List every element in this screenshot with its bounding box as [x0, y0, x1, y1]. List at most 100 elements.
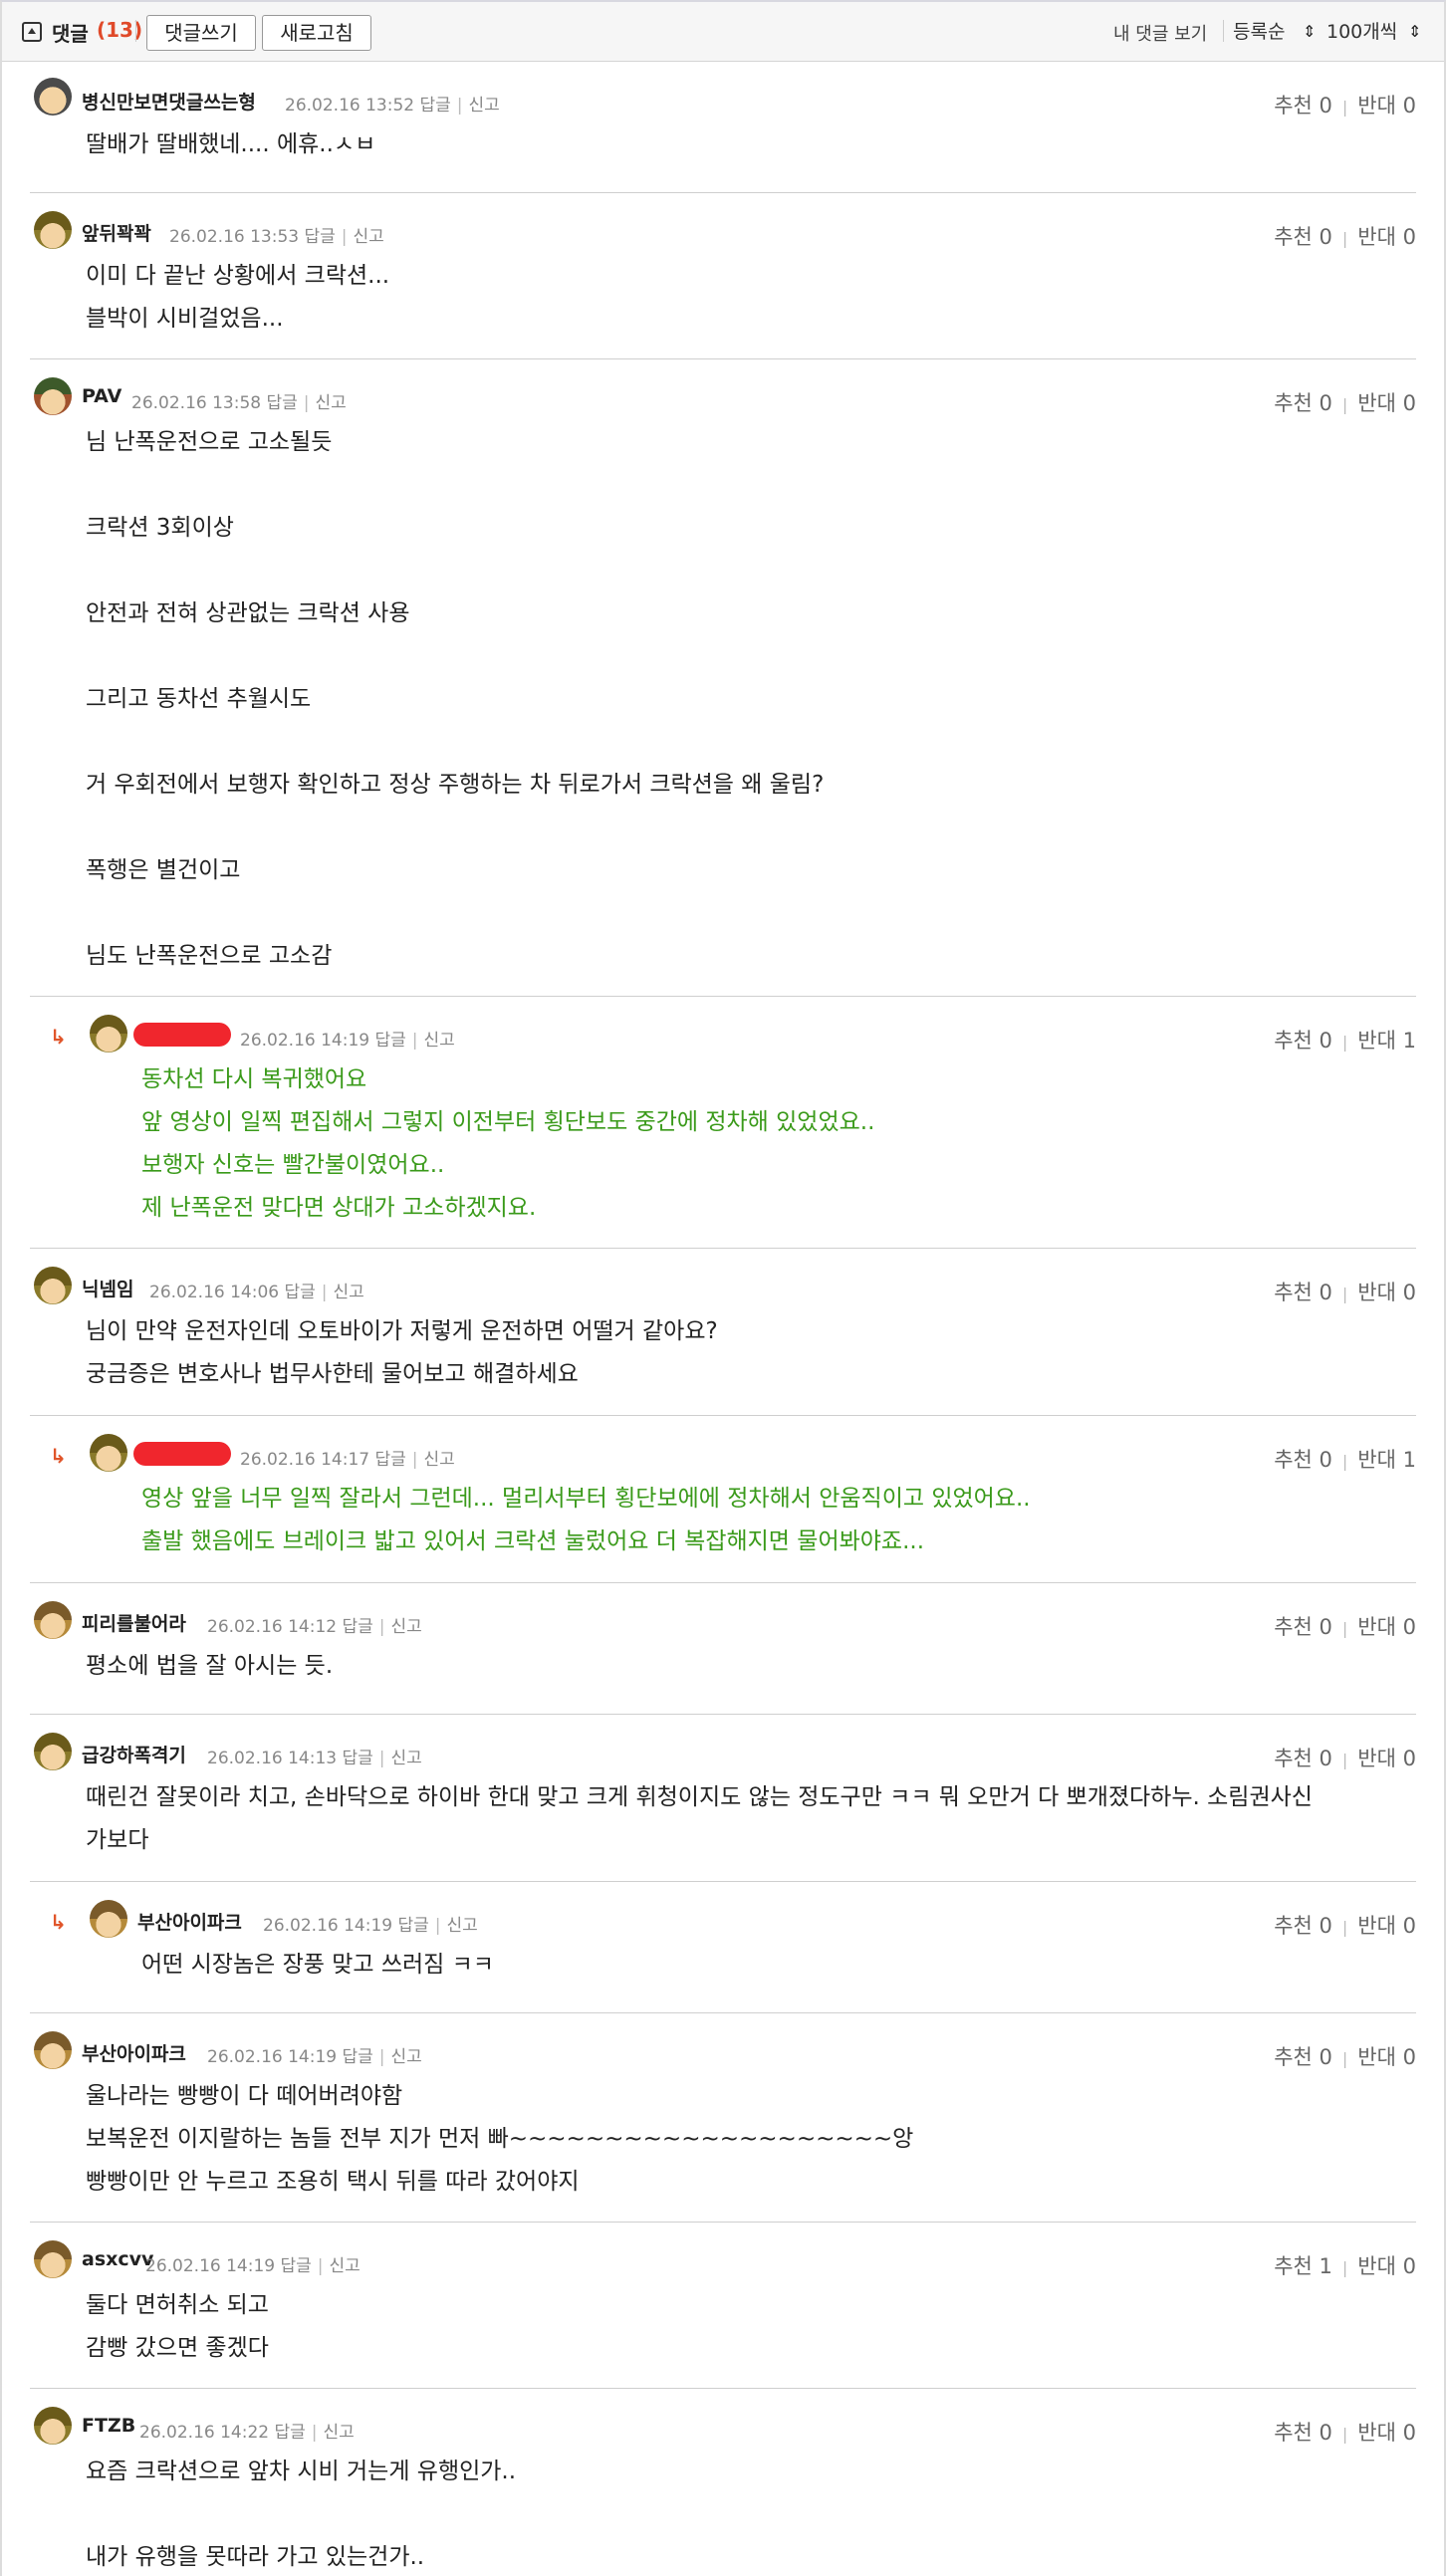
report-link[interactable]: 신고	[354, 227, 384, 247]
upvote-label[interactable]: 추천	[1274, 1914, 1313, 1938]
comment-date: 26.02.16 14:06	[149, 1283, 280, 1302]
comment-nick[interactable]: asxcvv	[82, 2248, 153, 2270]
report-link[interactable]: 신고	[469, 96, 500, 116]
comment-date: 26.02.16 14:17	[240, 1450, 370, 1470]
comment-nick[interactable]: 부산아이파크	[82, 2039, 186, 2066]
downvote-label[interactable]: 반대	[1357, 2254, 1396, 2278]
downvote-label[interactable]: 반대	[1357, 225, 1396, 249]
comment-nick[interactable]: 부산아이파크	[137, 1908, 242, 1935]
reply-link[interactable]: 답글	[375, 1031, 406, 1051]
upvote-label[interactable]: 추천	[1274, 391, 1313, 415]
vote-box: 추천 0 | 반대 0	[1274, 94, 1416, 117]
vote-box: 추천 0 | 반대 0	[1274, 2421, 1416, 2445]
downvote-count: 0	[1402, 1615, 1416, 1639]
reply-link[interactable]: 답글	[281, 2256, 312, 2276]
comment-meta: 26.02.16 14:06 답글 | 신고	[149, 1283, 364, 1302]
comment-nick[interactable]: 앞뒤꽉꽉	[82, 219, 151, 246]
chevron-updown-icon[interactable]: ⇕	[1303, 18, 1316, 46]
comment-nick[interactable]: 피리를불어라	[82, 1609, 186, 1636]
upvote-label[interactable]: 추천	[1274, 1747, 1313, 1770]
comment-item: asxcvv 26.02.16 14:19 답글 | 신고 추천 1 | 반대 0 둘다…	[30, 2223, 1416, 2389]
downvote-label[interactable]: 반대	[1357, 94, 1396, 117]
report-link[interactable]: 신고	[330, 2256, 361, 2276]
upvote-label[interactable]: 추천	[1274, 94, 1313, 117]
sort-select[interactable]: 등록순	[1233, 16, 1285, 48]
report-link[interactable]: 신고	[391, 1617, 422, 1637]
reply-arrow-icon: ↳	[50, 1910, 67, 1934]
write-comment-button[interactable]: 댓글쓰기	[146, 15, 256, 51]
chevron-updown-icon[interactable]: ⇕	[1408, 18, 1421, 46]
report-link[interactable]: 신고	[334, 1283, 364, 1302]
upvote-count: 0	[1319, 225, 1332, 249]
downvote-label[interactable]: 반대	[1357, 1448, 1396, 1472]
refresh-button[interactable]: 새로고침	[262, 15, 371, 51]
report-link[interactable]: 신고	[391, 2047, 422, 2067]
comment-section: 댓글 (13) 댓글쓰기 새로고침 내 댓글 보기 등록순 ⇕ 100개씩 ⇕ …	[0, 0, 1446, 2576]
vote-box: 추천 0 | 반대 0	[1274, 1615, 1416, 1639]
report-link[interactable]: 신고	[447, 1916, 478, 1936]
vote-box: 추천 0 | 반대 0	[1274, 225, 1416, 249]
page-size-select[interactable]: 100개씩	[1326, 16, 1397, 48]
downvote-label[interactable]: 반대	[1357, 1914, 1396, 1938]
comment-meta: 26.02.16 14:19 답글 | 신고	[263, 1916, 478, 1936]
reply-link[interactable]: 답글	[285, 1283, 316, 1302]
upvote-label[interactable]: 추천	[1274, 1448, 1313, 1472]
comment-nick[interactable]: PAV	[82, 385, 121, 407]
comment-body: 울나라는 빵빵이 다 떼어버려야함 보복운전 이지랄하는 놈들 전부 지가 먼저…	[86, 2083, 914, 2195]
comment-nick[interactable]: 닉넴임	[82, 1275, 133, 1301]
my-comments-link[interactable]: 내 댓글 보기	[1113, 20, 1207, 46]
avatar-icon	[90, 1900, 127, 1938]
comment-body: 동차선 다시 복귀했어요 앞 영상이 일찍 편집해서 그렇지 이전부터 횡단보도…	[141, 1066, 875, 1221]
comment-date: 26.02.16 14:13	[207, 1749, 338, 1768]
report-link[interactable]: 신고	[316, 393, 347, 413]
upvote-label[interactable]: 추천	[1274, 2421, 1313, 2445]
divider	[135, 20, 136, 42]
comment-date: 26.02.16 14:19	[263, 1916, 393, 1936]
upvote-label[interactable]: 추천	[1274, 2045, 1313, 2069]
reply-link[interactable]: 답글	[343, 1749, 373, 1768]
reply-link[interactable]: 답글	[343, 2047, 373, 2067]
reply-link[interactable]: 답글	[305, 227, 336, 247]
collapse-icon[interactable]	[22, 22, 42, 42]
downvote-label[interactable]: 반대	[1357, 1281, 1396, 1304]
comment-meta: 26.02.16 13:53 답글 | 신고	[169, 227, 384, 247]
upvote-label[interactable]: 추천	[1274, 2254, 1313, 2278]
comment-item: FTZB 26.02.16 14:22 답글 | 신고 추천 0 | 반대 0 요즘 크…	[30, 2389, 1416, 2576]
comment-nick[interactable]: 급강하폭격기	[82, 1741, 186, 1767]
reply-link[interactable]: 답글	[275, 2423, 306, 2443]
reply-link[interactable]: 답글	[398, 1916, 429, 1936]
reply-link[interactable]: 답글	[375, 1450, 406, 1470]
downvote-label[interactable]: 반대	[1357, 1615, 1396, 1639]
report-link[interactable]: 신고	[391, 1749, 422, 1768]
reply-link[interactable]: 답글	[267, 393, 298, 413]
upvote-label[interactable]: 추천	[1274, 1615, 1313, 1639]
avatar-icon	[90, 1015, 127, 1053]
downvote-count: 0	[1402, 391, 1416, 415]
reply-link[interactable]: 답글	[420, 96, 451, 116]
downvote-count: 0	[1402, 225, 1416, 249]
reply-arrow-icon: ↳	[50, 1444, 67, 1468]
comment-item: 부산아이파크 26.02.16 14:19 답글 | 신고 추천 0 | 반대 0 울나…	[30, 2013, 1416, 2223]
comment-meta: 26.02.16 14:19 답글 | 신고	[240, 1031, 455, 1051]
redacted-nick	[133, 1023, 231, 1047]
comment-body: 영상 앞을 너무 일찍 잘라서 그런데... 멀리서부터 횡단보에에 정차해서 …	[141, 1486, 1031, 1554]
downvote-count: 0	[1402, 1914, 1416, 1938]
upvote-label[interactable]: 추천	[1274, 225, 1313, 249]
upvote-count: 0	[1319, 1615, 1332, 1639]
report-link[interactable]: 신고	[424, 1450, 455, 1470]
report-link[interactable]: 신고	[424, 1031, 455, 1051]
downvote-label[interactable]: 반대	[1357, 1029, 1396, 1053]
downvote-label[interactable]: 반대	[1357, 1747, 1396, 1770]
downvote-label[interactable]: 반대	[1357, 391, 1396, 415]
downvote-count: 0	[1402, 1281, 1416, 1304]
avatar-icon	[34, 1733, 72, 1770]
downvote-label[interactable]: 반대	[1357, 2421, 1396, 2445]
report-link[interactable]: 신고	[324, 2423, 355, 2443]
downvote-label[interactable]: 반대	[1357, 2045, 1396, 2069]
comment-nick[interactable]: 병신만보면댓글쓰는형	[82, 88, 256, 115]
reply-link[interactable]: 답글	[343, 1617, 373, 1637]
upvote-label[interactable]: 추천	[1274, 1029, 1313, 1053]
comment-nick[interactable]: FTZB	[82, 2415, 135, 2437]
upvote-label[interactable]: 추천	[1274, 1281, 1313, 1304]
comment-title: 댓글	[52, 22, 89, 46]
